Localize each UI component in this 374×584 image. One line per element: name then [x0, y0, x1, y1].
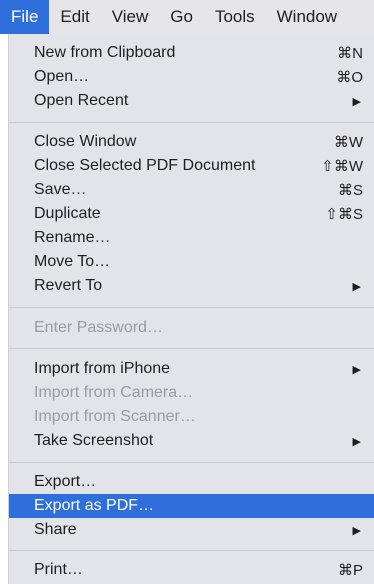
menu-item-label: Print… [34, 561, 83, 578]
menu-item-label: Export… [34, 473, 97, 490]
menu-item-revert-to[interactable]: Revert To ▶ [9, 274, 374, 298]
menu-item-save[interactable]: Save… ⌘S [9, 178, 374, 202]
submenu-arrow-icon: ▶ [352, 280, 361, 293]
shortcut-text: ⌘S [337, 182, 363, 199]
menu-item-label: Duplicate [34, 205, 101, 222]
shortcut-text: ⌘W [333, 134, 363, 151]
menubar-tools[interactable]: Tools [204, 0, 266, 34]
file-menu: New from Clipboard ⌘N Open… ⌘O Open Rece… [8, 34, 374, 584]
menu-item-enter-password: Enter Password… [9, 316, 374, 340]
submenu-arrow-icon: ▶ [352, 524, 361, 537]
menu-item-open-recent[interactable]: Open Recent ▶ [9, 89, 374, 113]
submenu-arrow-icon: ▶ [352, 95, 361, 108]
menu-item-label: Share [34, 521, 77, 538]
menu-separator [9, 348, 374, 349]
menu-item-label: Export as PDF… [34, 497, 155, 514]
menu-separator [9, 122, 374, 123]
shortcut-text: ⇧⌘S [325, 206, 363, 223]
menu-item-open[interactable]: Open… ⌘O [9, 65, 374, 89]
menu-item-print[interactable]: Print… ⌘P [9, 558, 374, 582]
menubar-go[interactable]: Go [159, 0, 204, 34]
menu-item-share[interactable]: Share ▶ [9, 518, 374, 542]
menu-item-close-selected-pdf[interactable]: Close Selected PDF Document ⇧⌘W [9, 154, 374, 178]
menu-item-move-to[interactable]: Move To… [9, 250, 374, 274]
menu-bar: File Edit View Go Tools Window [0, 0, 374, 34]
menu-item-label: Open Recent [34, 92, 129, 109]
menu-item-label: Revert To [34, 277, 103, 294]
menubar-window[interactable]: Window [266, 0, 348, 34]
menu-item-import-from-iphone[interactable]: Import from iPhone ▶ [9, 357, 374, 381]
menu-item-label: Enter Password… [34, 319, 163, 336]
menu-item-label: Take Screenshot [34, 432, 154, 449]
menubar-view[interactable]: View [101, 0, 160, 34]
menu-item-label: Open… [34, 68, 90, 85]
menu-separator [9, 307, 374, 308]
menu-item-take-screenshot[interactable]: Take Screenshot ▶ [9, 429, 374, 453]
menu-item-export[interactable]: Export… [9, 470, 374, 494]
shortcut-text: ⌘N [337, 45, 363, 62]
menu-item-label: Import from Camera… [34, 384, 194, 401]
menu-item-label: Import from Scanner… [34, 408, 196, 425]
menu-item-label: Move To… [34, 253, 111, 270]
submenu-arrow-icon: ▶ [352, 363, 361, 376]
menu-separator [9, 550, 374, 551]
menu-item-import-from-scanner: Import from Scanner… [9, 405, 374, 429]
menu-item-label: Save… [34, 181, 87, 198]
menu-item-close-window[interactable]: Close Window ⌘W [9, 130, 374, 154]
menubar-file[interactable]: File [0, 0, 50, 34]
menu-item-label: Rename… [34, 229, 111, 246]
menubar-edit[interactable]: Edit [49, 0, 100, 34]
shortcut-text: ⌘P [337, 562, 363, 579]
submenu-arrow-icon: ▶ [352, 435, 361, 448]
menu-item-export-as-pdf[interactable]: Export as PDF… [9, 494, 374, 518]
menu-item-label: Import from iPhone [34, 360, 171, 377]
shortcut-text: ⇧⌘W [321, 158, 363, 175]
menu-separator [9, 462, 374, 463]
menu-item-rename[interactable]: Rename… [9, 226, 374, 250]
menu-item-label: Close Window [34, 133, 137, 150]
menu-item-label: New from Clipboard [34, 44, 176, 61]
menu-item-duplicate[interactable]: Duplicate ⇧⌘S [9, 202, 374, 226]
menu-item-import-from-camera: Import from Camera… [9, 381, 374, 405]
menu-item-new-from-clipboard[interactable]: New from Clipboard ⌘N [9, 41, 374, 65]
menu-item-label: Close Selected PDF Document [34, 157, 256, 174]
shortcut-text: ⌘O [336, 69, 363, 86]
